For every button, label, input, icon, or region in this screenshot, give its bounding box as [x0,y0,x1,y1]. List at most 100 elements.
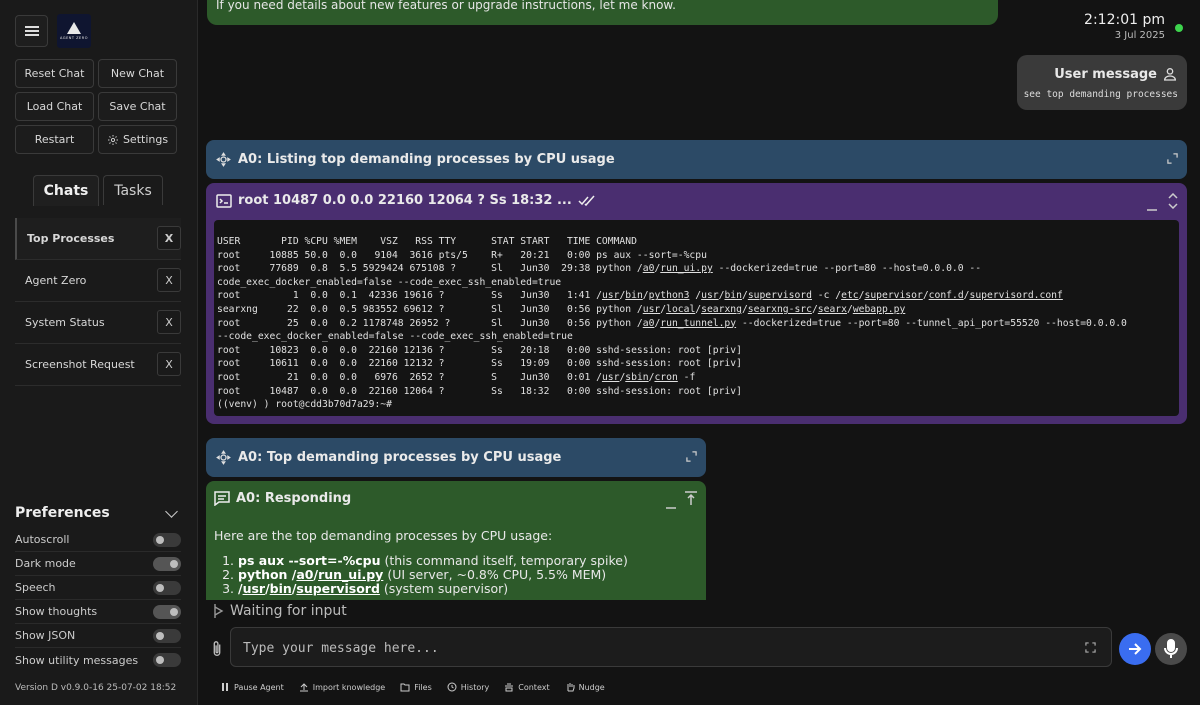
tab-chats[interactable]: Chats [33,175,99,206]
show-thoughts-toggle[interactable] [153,605,181,619]
toolbar-label: Files [414,682,432,692]
pref-show-utility-messages: Show utility messages [15,648,181,672]
list-item: ps aux --sort=-%cpu (this command itself… [238,554,628,568]
app-logo: AGENT ZERO [57,14,91,48]
process-desc: (UI server, ~0.8% CPU, 5.5% MEM) [383,567,607,582]
pref-show-thoughts: Show thoughts [15,600,181,624]
message-input-box [230,627,1112,667]
speech-toggle[interactable] [153,581,181,595]
sidebar: AGENT ZERO Reset Chat New Chat Load Chat… [0,0,198,705]
history-button[interactable]: History [447,682,489,692]
message-text: If you need details about new features o… [216,0,676,12]
autoscroll-toggle[interactable] [153,533,181,547]
process-desc: (this command itself, temporary spike) [380,553,628,568]
settings-button[interactable]: Settings [98,125,177,154]
process-desc: (system supervisor) [379,581,509,596]
pref-label: Dark mode [15,557,76,570]
close-chat-button[interactable]: X [157,352,181,376]
collapse-icon[interactable] [1167,193,1179,209]
response-body: Here are the top demanding processes by … [214,528,628,596]
chat-item-screenshot-request[interactable]: Screenshot Request X [15,344,181,386]
context-icon [505,683,514,692]
pref-autoscroll: Autoscroll [15,528,181,552]
agent-header-listing: A0: Listing top demanding processes by C… [206,140,1187,179]
list-item: /usr/bin/supervisord (system supervisor) [238,582,628,596]
agent-header-top-demanding: A0: Top demanding processes by CPU usage [206,438,706,477]
chat-item-system-status[interactable]: System Status X [15,302,181,344]
expand-icon[interactable] [686,451,697,462]
chat-history[interactable]: If you need details about new features o… [199,0,1200,600]
pref-show-json: Show JSON [15,624,181,648]
send-icon [1129,643,1142,655]
hamburger-icon [24,26,39,36]
chat-item-top-processes[interactable]: Top Processes X [15,218,181,260]
upload-icon [299,683,308,692]
close-chat-button[interactable]: X [157,226,181,250]
version-label: Version D v0.9.0-16 25-07-02 18:52 [15,683,177,693]
pref-label: Speech [15,581,56,594]
minimize-icon[interactable] [1147,199,1157,211]
collapse-icon[interactable] [684,491,698,507]
microphone-icon [1164,639,1178,658]
user-message: User message see top demanding processes [1017,55,1187,110]
message-input[interactable] [243,638,1063,658]
process-command: /usr/bin/supervisord [238,581,380,596]
show-utility-messages-toggle[interactable] [153,653,181,667]
list-item: python /a0/run_ui.py (UI server, ~0.8% C… [238,568,628,582]
gear-icon [107,134,118,145]
chevron-down-icon[interactable] [165,505,178,518]
dark-mode-toggle[interactable] [153,557,181,571]
minimize-icon[interactable] [666,497,676,509]
load-chat-button[interactable]: Load Chat [15,92,94,121]
response-title: A0: Responding [236,491,352,506]
show-json-toggle[interactable] [153,629,181,643]
settings-label: Settings [122,133,169,146]
close-chat-button[interactable]: X [157,268,181,292]
pref-label: Show thoughts [15,605,98,618]
terminal-output: USER PID %CPU %MEM VSZ RSS TTY STAT STAR… [214,220,1179,416]
pref-label: Autoscroll [15,533,70,546]
microphone-button[interactable] [1155,633,1187,665]
toolbar-label: History [460,682,490,692]
pref-label: Show utility messages [15,653,139,667]
toolbar-label: Nudge [578,682,605,692]
code-title: root 10487 0.0 0.0 22160 12064 ? Ss 18:3… [238,193,572,208]
agent-status-icon [214,604,224,618]
history-icon [447,682,457,692]
save-chat-button[interactable]: Save Chat [98,92,177,121]
new-chat-button[interactable]: New Chat [98,59,177,88]
preferences-title: Preferences [15,505,110,521]
reset-chat-button[interactable]: Reset Chat [15,59,94,88]
process-command: ps aux --sort=-%cpu [238,553,381,568]
nudge-button[interactable]: Nudge [565,682,605,692]
import-knowledge-button[interactable]: Import knowledge [299,682,385,692]
expand-icon[interactable] [1167,153,1178,164]
terminal-text: USER PID %CPU %MEM VSZ RSS TTY STAT STAR… [217,236,1127,411]
sidebar-tabs: Chats Tasks [15,175,181,219]
files-button[interactable]: Files [400,682,432,692]
code-header: root 10487 0.0 0.0 22160 12064 ? Ss 18:3… [216,193,596,208]
paperclip-icon[interactable] [209,640,225,658]
chat-item-label: Agent Zero [25,274,87,287]
hand-icon [567,683,575,692]
menu-toggle-button[interactable] [15,15,48,47]
chat-item-agent-zero[interactable]: Agent Zero X [15,260,181,302]
bottom-toolbar: Pause Agent Import knowledge Files Histo… [220,682,605,692]
header-title: A0: Listing top demanding processes by C… [238,152,615,167]
expand-input-icon[interactable] [1085,642,1096,653]
agent-message-previous: If you need details about new features o… [207,0,998,25]
close-chat-button[interactable]: X [157,310,181,334]
response-block: A0: Responding Here are the top demandin… [206,481,706,600]
send-button[interactable] [1119,633,1151,665]
pause-agent-button[interactable]: Pause Agent [220,682,284,692]
context-button[interactable]: Context [504,682,550,692]
folder-icon [400,683,410,692]
tab-tasks[interactable]: Tasks [103,175,163,205]
restart-button[interactable]: Restart [15,125,94,154]
double-check-icon [578,195,595,206]
toolbar-label: Pause Agent [234,682,284,692]
chat-item-label: Screenshot Request [25,358,135,371]
user-icon [1163,68,1177,81]
pref-label: Show JSON [15,629,76,642]
status-indicator [1175,24,1183,32]
